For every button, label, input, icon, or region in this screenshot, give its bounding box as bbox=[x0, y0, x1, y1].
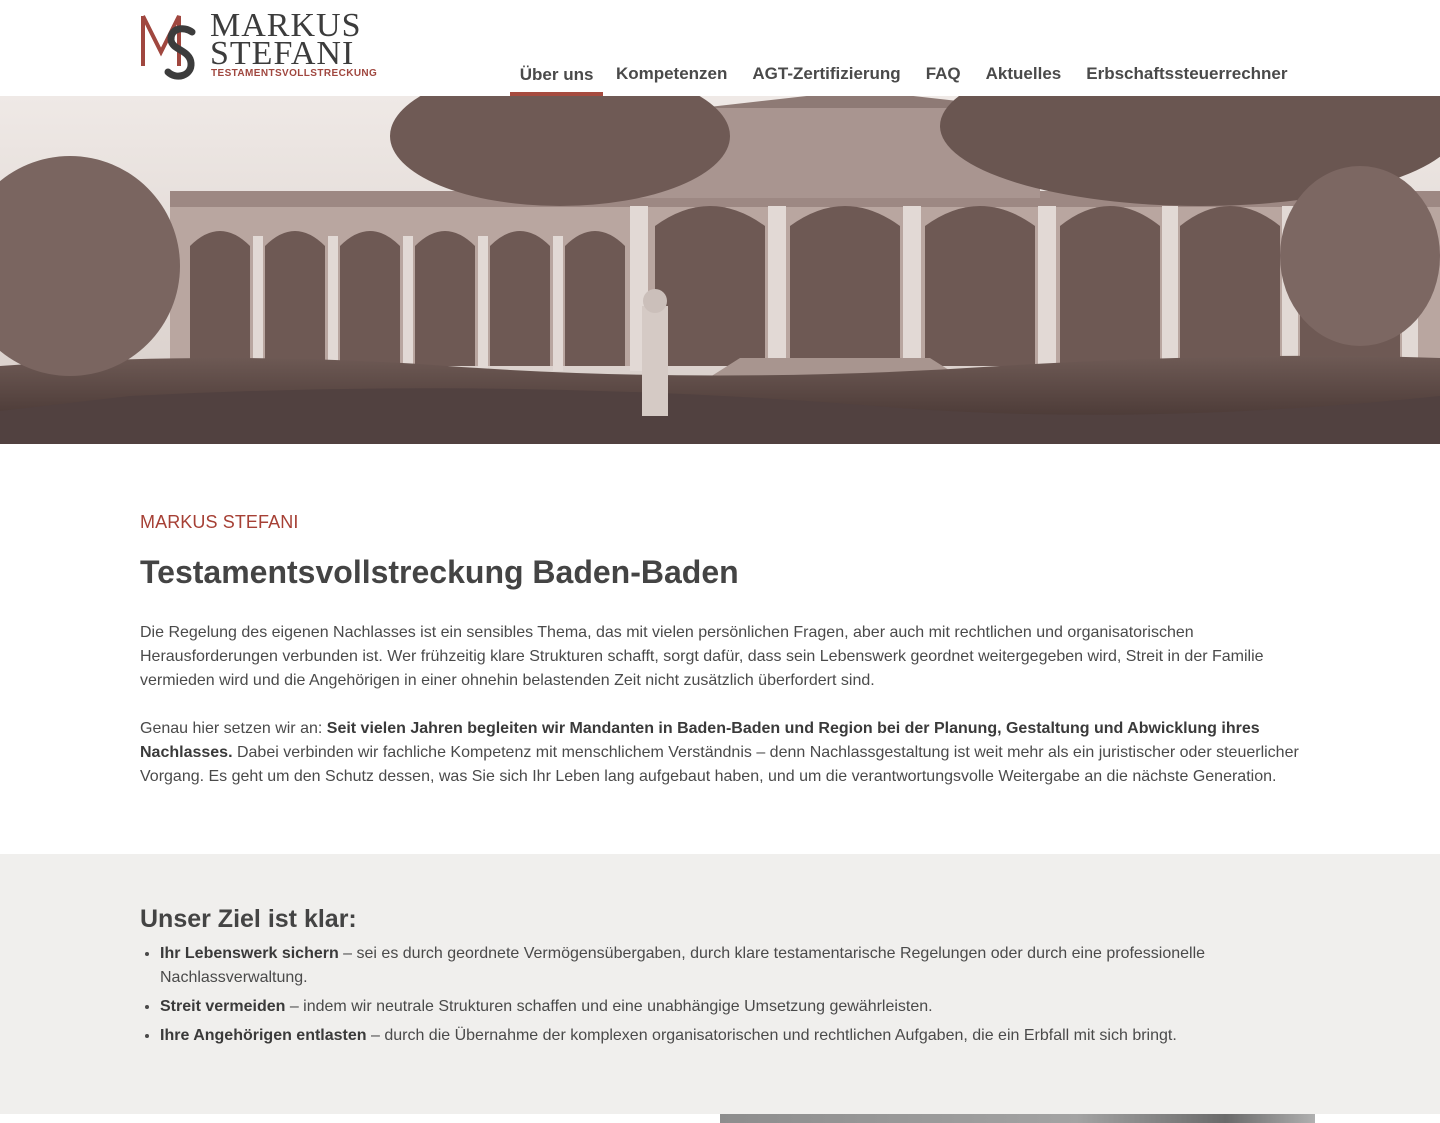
ms-monogram-logo-icon bbox=[141, 15, 196, 80]
nav-item-erbschaftssteuerrechner[interactable]: Erbschaftssteuerrechner bbox=[1074, 0, 1300, 96]
nav-item-faq[interactable]: FAQ bbox=[913, 0, 973, 96]
site-header: MARKUS STEFANI TESTAMENTSVOLLSTRECKUNG Ü… bbox=[0, 0, 1440, 96]
page-title: Testamentsvollstreckung Baden-Baden bbox=[140, 554, 739, 590]
section-eyebrow: MARKUS STEFANI bbox=[140, 512, 299, 532]
bottom-image-edge bbox=[720, 1114, 1315, 1123]
site-logo[interactable]: MARKUS STEFANI TESTAMENTSVOLLSTRECKUNG bbox=[140, 9, 377, 84]
goals-title: Unser Ziel ist klar: bbox=[140, 905, 357, 933]
logo-name-line2: STEFANI bbox=[210, 35, 355, 72]
intro-paragraph-2: Genau hier setzen wir an: Seit vielen Ja… bbox=[140, 717, 1300, 789]
goal-text: – indem wir neutrale Strukturen schaffen… bbox=[285, 998, 933, 1015]
goals-list: Ihr Lebenswerk sichern – sei es durch ge… bbox=[160, 942, 1240, 1053]
hero-building-illustration bbox=[0, 96, 1440, 444]
goals-section: Unser Ziel ist klar: Ihr Lebenswerk sich… bbox=[0, 854, 1440, 1114]
list-item: Ihr Lebenswerk sichern – sei es durch ge… bbox=[160, 942, 1240, 990]
logo-subtitle: TESTAMENTSVOLLSTRECKUNG bbox=[211, 68, 378, 79]
list-item: Ihre Angehörigen entlasten – durch die Ü… bbox=[160, 1024, 1240, 1048]
intro-paragraph-2-rest: Dabei verbinden wir fachliche Kompetenz … bbox=[140, 744, 1299, 785]
goal-text: – durch die Übernahme der komplexen orga… bbox=[366, 1027, 1177, 1044]
nav-item-ueber-uns[interactable]: Über uns bbox=[509, 0, 604, 96]
goal-bold-label: Streit vermeiden bbox=[160, 998, 286, 1015]
nav-item-kompetenzen[interactable]: Kompetenzen bbox=[603, 0, 739, 96]
list-item: Streit vermeiden – indem wir neutrale St… bbox=[160, 995, 1240, 1019]
intro-paragraph-1: Die Regelung des eigenen Nachlasses ist … bbox=[140, 624, 1264, 689]
goal-bold-label: Ihr Lebenswerk sichern bbox=[160, 945, 339, 962]
intro-paragraph-2-lead: Genau hier setzen wir an: bbox=[140, 720, 327, 737]
goal-bold-label: Ihre Angehörigen entlasten bbox=[160, 1027, 367, 1044]
hero-image bbox=[0, 96, 1440, 444]
nav-item-aktuelles[interactable]: Aktuelles bbox=[973, 0, 1074, 96]
nav-item-agt-zertifizierung[interactable]: AGT-Zertifizierung bbox=[740, 0, 913, 96]
main-navigation: Über uns Kompetenzen AGT-Zertifizierung … bbox=[509, 0, 1300, 96]
